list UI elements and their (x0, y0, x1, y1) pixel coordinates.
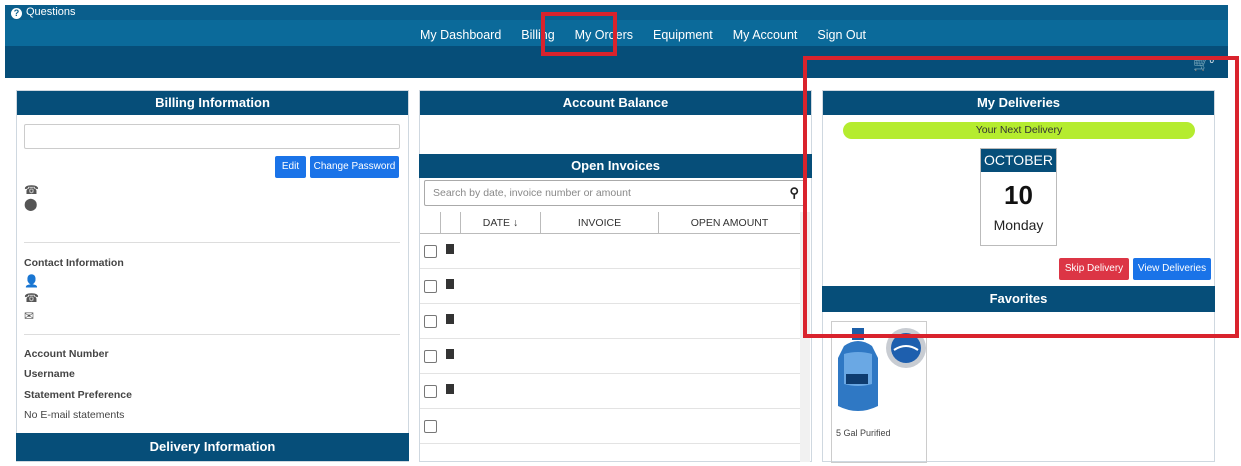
statement-preference-value: No E-mail statements (24, 409, 125, 421)
table-row (420, 269, 800, 304)
billing-address-field[interactable] (24, 124, 400, 149)
divider (24, 242, 400, 243)
invoice-table-header: DATE ↓ INVOICE OPEN AMOUNT (420, 212, 800, 234)
invoice-column[interactable]: INVOICE (540, 212, 658, 234)
account-number-label: Account Number (24, 348, 109, 360)
water-bottle-image (838, 328, 926, 411)
table-row (420, 339, 800, 374)
row-checkbox[interactable] (424, 315, 437, 328)
row-checkbox[interactable] (424, 280, 437, 293)
highlight-my-deliveries (803, 56, 1239, 338)
row-checkbox[interactable] (424, 350, 437, 363)
select-column (440, 212, 460, 234)
questions-link[interactable]: Questions (26, 6, 76, 18)
favorite-product-name: 5 Gal Purified (836, 428, 891, 438)
phone-icon: ☎ (24, 291, 39, 305)
open-invoices-header: Open Invoices (419, 154, 812, 178)
person-icon: 👤 (24, 274, 39, 288)
row-checkbox[interactable] (424, 420, 437, 433)
row-checkbox[interactable] (424, 245, 437, 258)
nav-sign-out[interactable]: Sign Out (807, 20, 876, 46)
change-password-button[interactable]: Change Password (310, 156, 399, 178)
billing-header: Billing Information (17, 91, 408, 115)
divider (24, 334, 400, 335)
account-balance-header: Account Balance (420, 91, 811, 115)
contact-info-label: Contact Information (24, 257, 124, 269)
document-icon[interactable] (446, 349, 454, 359)
favorite-product-card[interactable]: 5 Gal Purified (831, 321, 927, 463)
document-icon[interactable] (446, 314, 454, 324)
document-icon[interactable] (446, 244, 454, 254)
table-row (420, 409, 800, 444)
open-invoices-panel: Open Invoices (419, 154, 812, 178)
invoice-search-input[interactable]: Search by date, invoice number or amount… (424, 180, 806, 206)
date-column[interactable]: DATE ↓ (460, 212, 540, 234)
edit-button[interactable]: Edit (275, 156, 306, 178)
username-label: Username (24, 368, 75, 380)
search-placeholder: Search by date, invoice number or amount (433, 187, 631, 199)
table-row (420, 304, 800, 339)
nav-equipment[interactable]: Equipment (643, 20, 723, 46)
document-icon[interactable] (446, 384, 454, 394)
question-icon[interactable]: ? (11, 8, 22, 19)
open-amount-column[interactable]: OPEN AMOUNT (658, 212, 800, 234)
nav-my-dashboard[interactable]: My Dashboard (410, 20, 511, 46)
highlight-my-orders (541, 12, 617, 56)
row-checkbox[interactable] (424, 385, 437, 398)
statement-preference-label: Statement Preference (24, 389, 132, 401)
delivery-info-header: Delivery Information (16, 433, 409, 461)
document-icon[interactable] (446, 279, 454, 289)
phone-icon: ☎ (24, 183, 39, 197)
table-row (420, 374, 800, 409)
email-icon: ✉ (24, 309, 35, 323)
table-row (420, 234, 800, 269)
location-pin-icon: ⬤ (24, 197, 38, 211)
search-icon[interactable]: ⚲ (789, 181, 799, 205)
delivery-info-panel: Delivery Information (16, 433, 409, 461)
nav-my-account[interactable]: My Account (723, 20, 808, 46)
